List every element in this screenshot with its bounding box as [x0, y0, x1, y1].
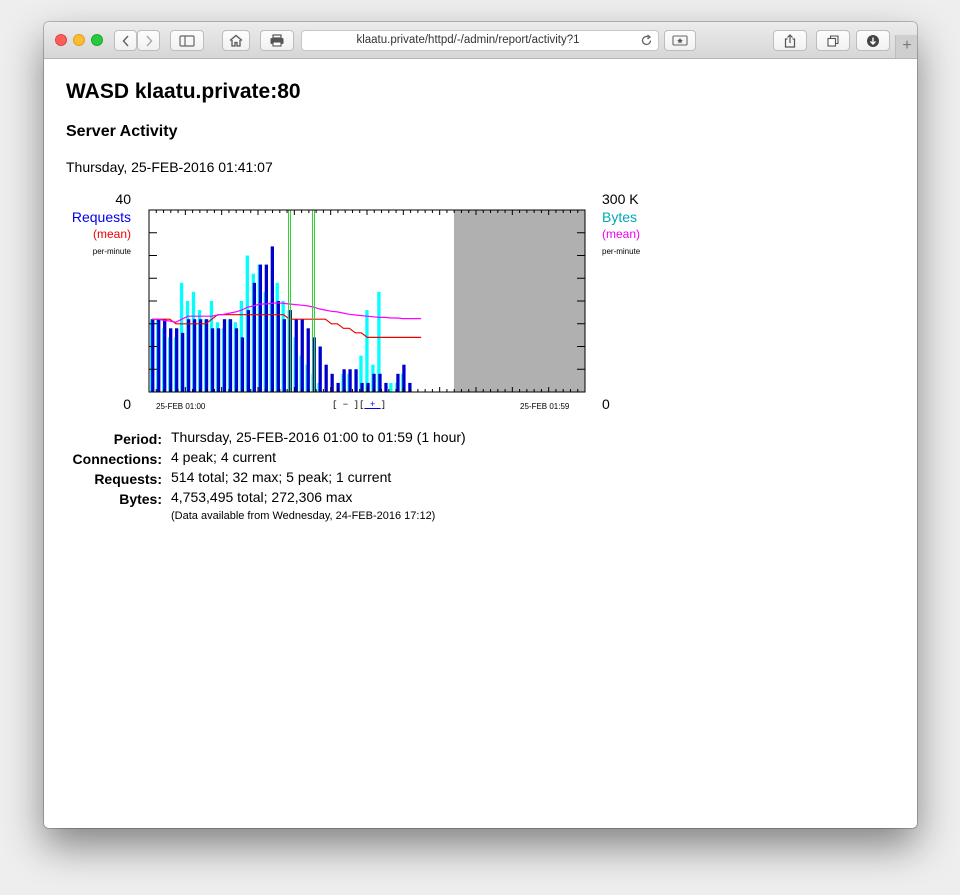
home-button[interactable] [222, 30, 250, 51]
home-icon [229, 34, 243, 47]
zoom-controls: [ − ][ + ] [332, 400, 386, 410]
new-tab-button[interactable]: + [895, 35, 917, 58]
bytes-value: 4,753,495 total; 272,306 max [171, 489, 353, 505]
reload-icon[interactable] [640, 34, 653, 47]
requests-bar [402, 364, 406, 392]
period-value: Thursday, 25-FEB-2016 01:00 to 01:59 (1 … [171, 429, 466, 445]
left-per-minute-label: per-minute [92, 247, 131, 256]
bookmark-star-icon [672, 35, 688, 46]
requests-bar [234, 328, 239, 392]
requests-bar [318, 346, 322, 392]
requests-bar [192, 319, 197, 392]
chevron-right-icon [145, 34, 153, 47]
requests-bar [216, 328, 221, 392]
connections-value: 4 peak; 4 current [171, 449, 277, 465]
requests-bar [264, 264, 269, 392]
requests-bar [186, 319, 191, 392]
requests-bar [157, 319, 161, 392]
x-axis-end-label: 25-FEB 01:59 [520, 402, 570, 411]
tabs-icon [827, 34, 839, 47]
share-icon [784, 33, 796, 48]
requests-bar [252, 282, 257, 392]
zoom-in-close-bracket: ] [380, 400, 387, 410]
right-per-minute-label: per-minute [602, 247, 641, 256]
browser-toolbar: klaatu.private/httpd/-/admin/report/acti… [44, 22, 917, 59]
show-tabs-button[interactable] [816, 30, 850, 51]
address-bar[interactable]: klaatu.private/httpd/-/admin/report/acti… [301, 30, 659, 51]
zoom-window-button[interactable] [91, 34, 103, 46]
requests-bar [300, 319, 304, 392]
browser-window: klaatu.private/httpd/-/admin/report/acti… [44, 22, 917, 828]
connections-label: Connections: [72, 451, 162, 467]
requests-bar [210, 328, 215, 392]
page-content: WASD klaatu.private:80 Server Activity T… [44, 59, 917, 828]
downloads-button[interactable] [856, 30, 890, 51]
left-axis-max-label: 40 [115, 191, 131, 207]
period-label: Period: [113, 431, 162, 447]
bytes-label: Bytes: [119, 491, 162, 507]
zoom-in-link[interactable]: + [364, 400, 380, 410]
left-axis-min-label: 0 [123, 396, 131, 412]
requests-bar [228, 319, 233, 392]
sidebar-icon [179, 34, 195, 47]
download-icon [867, 34, 879, 47]
requests-value: 514 total; 32 max; 5 peak; 1 current [171, 469, 392, 485]
bytes-legend-label: Bytes [602, 209, 638, 225]
requests-bar [180, 332, 185, 392]
requests-bar [222, 319, 227, 392]
bytes-mean-legend-label: (mean) [602, 227, 641, 241]
print-button[interactable] [260, 30, 294, 51]
requests-bar [169, 328, 173, 392]
requests-bar [204, 319, 209, 392]
chevron-left-icon [121, 34, 129, 47]
bytes-bar [365, 310, 369, 392]
requests-bar [282, 319, 286, 392]
requests-bar [246, 310, 251, 392]
no-data-region [454, 210, 585, 392]
requests-bar [342, 369, 346, 392]
requests-bar [198, 319, 203, 392]
printer-icon [270, 34, 284, 47]
activity-chart [148, 209, 586, 393]
forward-button[interactable] [137, 30, 160, 51]
page-subtitle: Server Activity [66, 123, 178, 140]
x-axis-start-label: 25-FEB 01:00 [156, 402, 206, 411]
requests-bar [270, 246, 274, 392]
requests-bar [360, 382, 364, 392]
close-window-button[interactable] [55, 34, 67, 46]
page-title: WASD klaatu.private:80 [66, 80, 301, 103]
requests-bar [354, 369, 358, 392]
right-axis-max-label: 300 K [602, 191, 639, 207]
requests-bar [306, 328, 310, 392]
requests-mean-legend-label: (mean) [92, 227, 131, 241]
bytes-bar [389, 382, 393, 392]
sidebar-button[interactable] [170, 30, 204, 51]
url-text: klaatu.private/httpd/-/admin/report/acti… [356, 34, 580, 46]
requests-bar [258, 264, 263, 392]
right-axis-min-label: 0 [602, 396, 610, 412]
requests-bar [163, 319, 167, 392]
minimize-window-button[interactable] [73, 34, 85, 46]
requests-bar [151, 319, 155, 392]
requests-bar [396, 373, 400, 392]
zoom-out-button[interactable]: [ − ] [332, 400, 359, 410]
requests-label: Requests: [94, 471, 162, 487]
report-datetime: Thursday, 25-FEB-2016 01:41:07 [66, 159, 273, 175]
requests-bar [384, 382, 388, 392]
reader-button[interactable] [664, 30, 696, 51]
requests-bar [175, 328, 179, 392]
back-button[interactable] [114, 30, 137, 51]
requests-bar [324, 364, 328, 392]
requests-bar [294, 319, 298, 392]
data-available-note: (Data available from Wednesday, 24-FEB-2… [171, 510, 436, 522]
requests-legend-label: Requests [71, 209, 131, 225]
requests-bar [240, 337, 245, 392]
requests-bar [348, 369, 352, 392]
share-button[interactable] [773, 30, 807, 51]
